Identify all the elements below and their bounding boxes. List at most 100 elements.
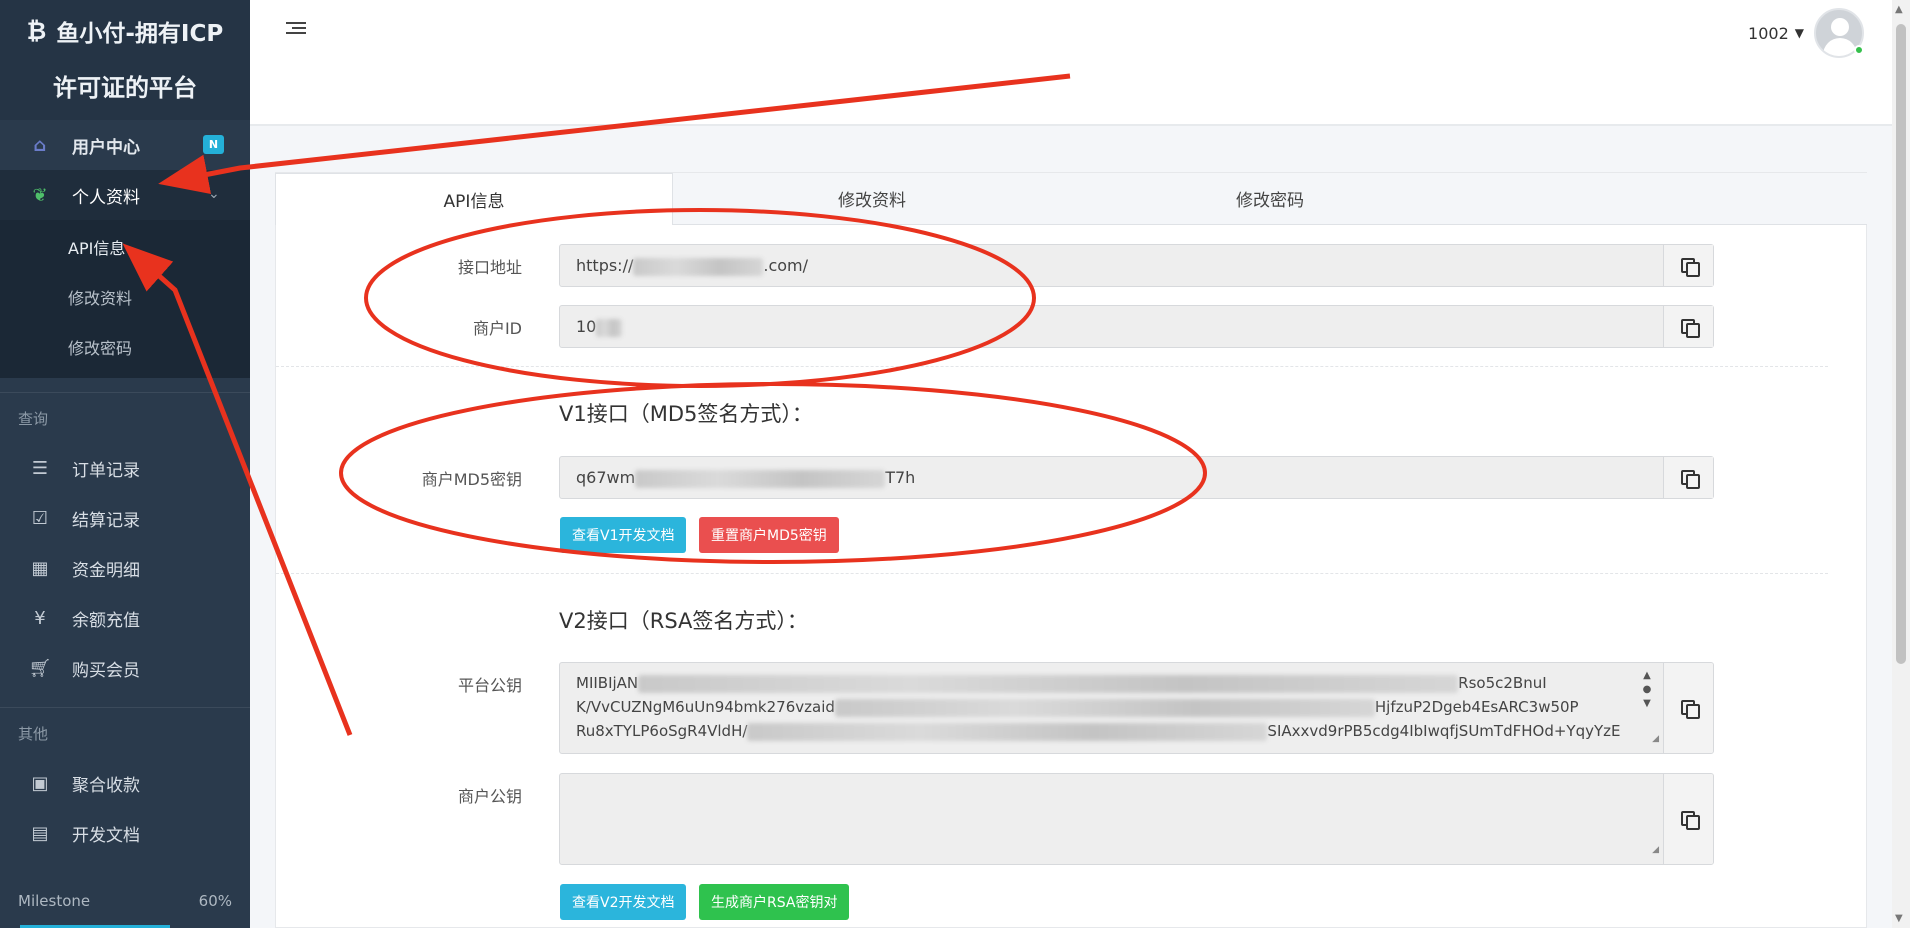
sidebar-item-label: 资金明细 bbox=[72, 560, 140, 581]
copy-api-url-button[interactable] bbox=[1663, 245, 1713, 286]
sidebar-sub-item-change-password[interactable]: 修改密码 bbox=[0, 322, 250, 372]
redaction-blur bbox=[635, 469, 886, 488]
platform-public-key-textarea[interactable]: MIIBIjAN Rso5c2BnuI K/VvCUZNgM6uUn94bmk27… bbox=[559, 662, 1714, 754]
md5-key-value-start: q67wm bbox=[576, 468, 636, 487]
new-badge: N bbox=[203, 135, 224, 154]
copy-icon bbox=[1680, 318, 1700, 338]
divider bbox=[276, 366, 1828, 367]
sidebar-item-profile[interactable]: ❦ 个人资料 ⌄ bbox=[0, 170, 250, 220]
key-line: K/VvCUZNgM6uUn94bmk276vzaid HjfzuP2Dgeb4E… bbox=[576, 695, 1643, 719]
online-status-dot bbox=[1854, 45, 1864, 55]
md5-key-field[interactable]: q67wm T7h bbox=[559, 456, 1714, 499]
milestone-percent: 60% bbox=[198, 892, 232, 910]
caret-down-icon: ▼ bbox=[1794, 26, 1804, 40]
sidebar-item-membership[interactable]: 🛒︎ 购买会员 bbox=[0, 643, 250, 693]
sidebar-item-recharge[interactable]: ¥ 余额充值 bbox=[0, 593, 250, 643]
list-icon: ☰ bbox=[31, 457, 49, 479]
divider bbox=[276, 573, 1828, 574]
redaction-blur bbox=[596, 318, 623, 337]
sidebar-item-aggregate-payment[interactable]: ▣ 聚合收款 bbox=[0, 758, 250, 808]
yen-icon: ¥ bbox=[34, 607, 46, 629]
redaction-blur bbox=[834, 698, 1375, 717]
copy-merchant-id-button[interactable] bbox=[1663, 306, 1713, 347]
md5-key-label: 商户MD5密钥 bbox=[421, 470, 522, 489]
check-square-icon: ☑ bbox=[31, 507, 49, 529]
sidebar-item-orders[interactable]: ☰ 订单记录 bbox=[0, 443, 250, 493]
copy-md5-key-button[interactable] bbox=[1663, 457, 1713, 498]
profile-submenu: API信息 修改资料 修改密码 bbox=[0, 220, 250, 378]
copy-icon bbox=[1680, 700, 1700, 719]
sidebar-item-label: 结算记录 bbox=[72, 510, 140, 531]
tab-filler bbox=[1469, 173, 1867, 225]
copy-platform-key-button[interactable] bbox=[1663, 663, 1713, 753]
key-line: MIIBIjAN Rso5c2BnuI bbox=[576, 671, 1643, 695]
merchant-id-label: 商户ID bbox=[472, 319, 522, 338]
key-text: Ru8xTYLP6oSgR4VldH/ bbox=[576, 722, 748, 740]
sidebar-item-label: 订单记录 bbox=[72, 460, 140, 481]
section-title-query: 查询 bbox=[18, 409, 49, 428]
view-v2-docs-button[interactable]: 查看V2开发文档 bbox=[560, 884, 687, 920]
sidebar-item-label: 开发文档 bbox=[72, 825, 140, 846]
copy-icon bbox=[1680, 257, 1700, 277]
md5-key-value-end: T7h bbox=[885, 468, 916, 487]
resize-handle-icon[interactable]: ◢ bbox=[1652, 727, 1659, 751]
scroll-down-icon[interactable]: ▼ bbox=[1895, 913, 1903, 924]
brand-subtitle: 许可证的平台 bbox=[53, 74, 197, 102]
merchant-id-field[interactable]: 10 bbox=[559, 305, 1714, 348]
redaction-blur bbox=[633, 257, 764, 276]
sidebar-sub-item-api-info[interactable]: API信息 bbox=[0, 222, 250, 272]
scrollbar-thumb[interactable] bbox=[1896, 24, 1906, 664]
key-text: SIAxxvd9rPB5cdg4IbIwqfjSUmTdFHOd+YqyYzE bbox=[1267, 722, 1621, 740]
sidebar-item-settlements[interactable]: ☑ 结算记录 bbox=[0, 493, 250, 543]
copy-icon bbox=[1680, 469, 1700, 489]
merchant-public-key-textarea[interactable]: ◢ bbox=[559, 773, 1714, 865]
redaction-blur bbox=[747, 722, 1268, 741]
api-url-field[interactable]: https:// .com/ bbox=[559, 244, 1714, 287]
redaction-blur bbox=[638, 674, 1459, 693]
textarea-scrollbar[interactable]: ▲ ● ▼ bbox=[1641, 669, 1653, 711]
sidebar-item-label: 个人资料 bbox=[72, 187, 140, 208]
sidebar-item-label: 余额充值 bbox=[72, 610, 140, 631]
copy-icon bbox=[1680, 811, 1700, 830]
bitcoin-icon: ₿ bbox=[26, 16, 47, 45]
resize-handle-icon[interactable]: ◢ bbox=[1652, 838, 1659, 862]
chevron-down-icon: ⌄ bbox=[208, 186, 220, 202]
api-url-value-end: .com/ bbox=[763, 256, 809, 275]
scroll-up-icon[interactable]: ▲ bbox=[1895, 4, 1903, 15]
v2-section-title: V2接口（RSA签名方式）： bbox=[559, 609, 808, 633]
sidebar-item-label: 购买会员 bbox=[72, 660, 140, 681]
api-url-label: 接口地址 bbox=[457, 258, 522, 277]
key-line: Ru8xTYLP6oSgR4VldH/SIAxxvd9rPB5cdg4IbIwq… bbox=[576, 719, 1643, 743]
api-url-value-start: https:// bbox=[576, 256, 634, 275]
brand[interactable]: ₿ 鱼小付-拥有ICP 许可证的平台 bbox=[0, 0, 250, 120]
merchant-public-key-label: 商户公钥 bbox=[457, 787, 522, 806]
sidebar-item-dev-docs[interactable]: ▤ 开发文档 bbox=[0, 808, 250, 858]
reset-md5-key-button[interactable]: 重置商户MD5密钥 bbox=[699, 517, 839, 553]
view-v1-docs-button[interactable]: 查看V1开发文档 bbox=[560, 517, 687, 553]
profile-tabs: API信息 修改资料 修改密码 bbox=[275, 173, 1867, 225]
generate-rsa-keypair-button[interactable]: 生成商户RSA密钥对 bbox=[699, 884, 850, 920]
user-menu[interactable]: 1002 ▼ bbox=[1748, 8, 1864, 58]
sidebar-item-label: 聚合收款 bbox=[72, 775, 140, 796]
platform-public-key-label: 平台公钥 bbox=[457, 676, 522, 695]
sidebar-item-fund-details[interactable]: ▦ 资金明细 bbox=[0, 543, 250, 593]
qrcode-icon: ▣ bbox=[31, 772, 49, 794]
book-icon: ▤ bbox=[31, 822, 49, 844]
sidebar-sub-item-edit-profile[interactable]: 修改资料 bbox=[0, 272, 250, 322]
key-text: Rso5c2BnuI bbox=[1458, 674, 1547, 692]
menu-toggle-icon[interactable] bbox=[286, 22, 306, 38]
tab-api-info[interactable]: API信息 bbox=[275, 173, 673, 225]
tab-change-password[interactable]: 修改密码 bbox=[1071, 173, 1469, 225]
milestone: Milestone 60% bbox=[0, 884, 250, 928]
copy-merchant-key-button[interactable] bbox=[1663, 774, 1713, 864]
sidebar-item-label: 用户中心 bbox=[72, 137, 140, 158]
leaf-icon: ❦ bbox=[32, 184, 48, 206]
v1-section-title: V1接口（MD5签名方式）： bbox=[559, 402, 813, 426]
key-text: MIIBIjAN bbox=[576, 674, 639, 692]
home-icon: ⌂ bbox=[33, 134, 47, 156]
merchant-id-value-start: 10 bbox=[576, 317, 597, 336]
tab-edit-profile[interactable]: 修改资料 bbox=[673, 173, 1071, 225]
key-text: HjfzuP2Dgeb4EsARC3w50P bbox=[1374, 698, 1579, 716]
sidebar-item-user-center[interactable]: ⌂ 用户中心 N bbox=[0, 120, 250, 170]
page-scrollbar[interactable]: ▲ ▼ bbox=[1892, 0, 1910, 928]
